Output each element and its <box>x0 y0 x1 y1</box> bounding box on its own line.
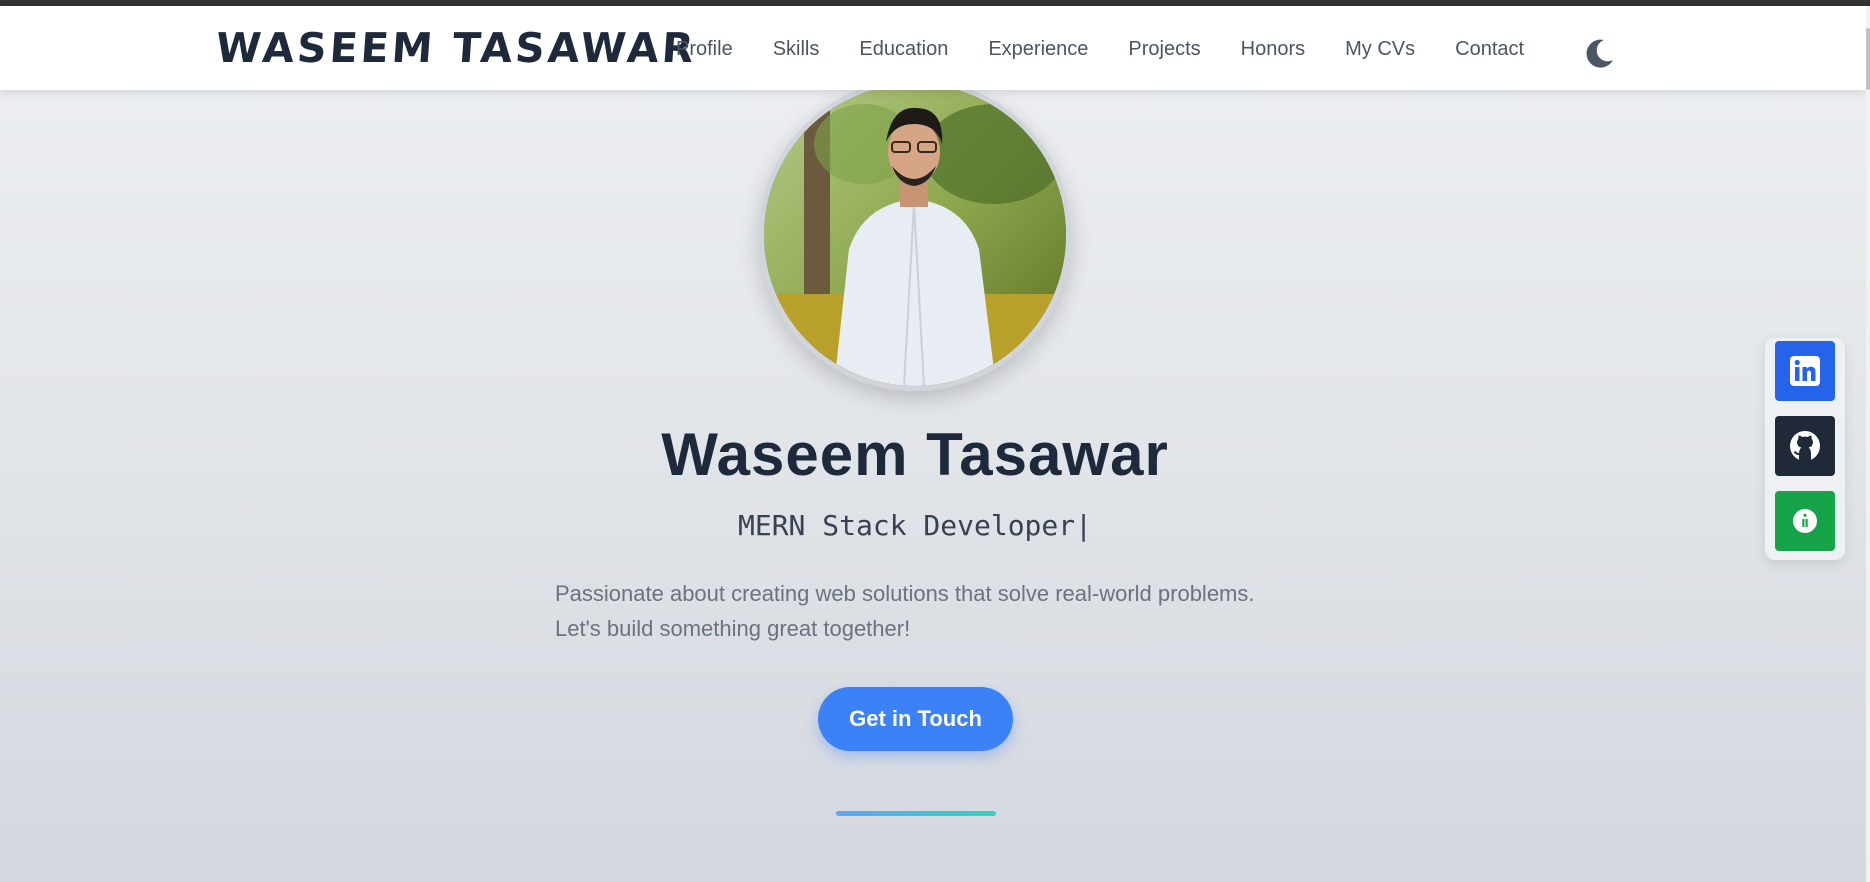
get-in-touch-button[interactable]: Get in Touch <box>818 687 1013 751</box>
site-logo[interactable]: WASEEM TASAWAR <box>214 24 698 72</box>
nav-link-my-cvs[interactable]: My CVs <box>1345 37 1415 61</box>
github-button[interactable] <box>1775 416 1835 476</box>
nav-link-education[interactable]: Education <box>859 37 948 61</box>
navbar: WASEEM TASAWAR Profile Skills Education … <box>0 6 1866 90</box>
nav-links: Profile Skills Education Experience Proj… <box>676 37 1564 61</box>
profile-photo <box>764 84 1066 386</box>
info-icon <box>1793 509 1817 533</box>
tagline-line-1: Passionate about creating web solutions … <box>555 581 1255 606</box>
social-sidebar <box>1765 338 1845 560</box>
nav-link-projects[interactable]: Projects <box>1128 37 1200 61</box>
hero-role-text: MERN Stack Developer <box>737 509 1076 542</box>
hero-tagline: Passionate about creating web solutions … <box>555 576 1315 646</box>
hero-role: MERN Stack Developer| <box>0 508 1830 544</box>
tagline-line-2: Let's build something great together! <box>555 616 911 641</box>
section-divider <box>836 811 996 816</box>
info-button[interactable] <box>1775 491 1835 551</box>
typing-caret: | <box>1075 509 1092 542</box>
nav-link-skills[interactable]: Skills <box>773 37 820 61</box>
linkedin-button[interactable] <box>1775 341 1835 401</box>
moon-icon <box>1586 39 1613 68</box>
theme-toggle-button[interactable] <box>1582 36 1616 70</box>
linkedin-icon <box>1790 356 1820 386</box>
nav-link-honors[interactable]: Honors <box>1241 37 1305 61</box>
hero-name: Waseem Tasawar <box>661 421 1169 488</box>
nav-link-experience[interactable]: Experience <box>988 37 1088 61</box>
page-scrollbar[interactable] <box>1866 6 1870 882</box>
profile-avatar <box>759 79 1071 391</box>
nav-link-contact[interactable]: Contact <box>1455 37 1524 61</box>
nav-link-profile[interactable]: Profile <box>676 37 733 61</box>
github-icon <box>1790 431 1820 461</box>
scrollbar-thumb[interactable] <box>1866 28 1870 90</box>
